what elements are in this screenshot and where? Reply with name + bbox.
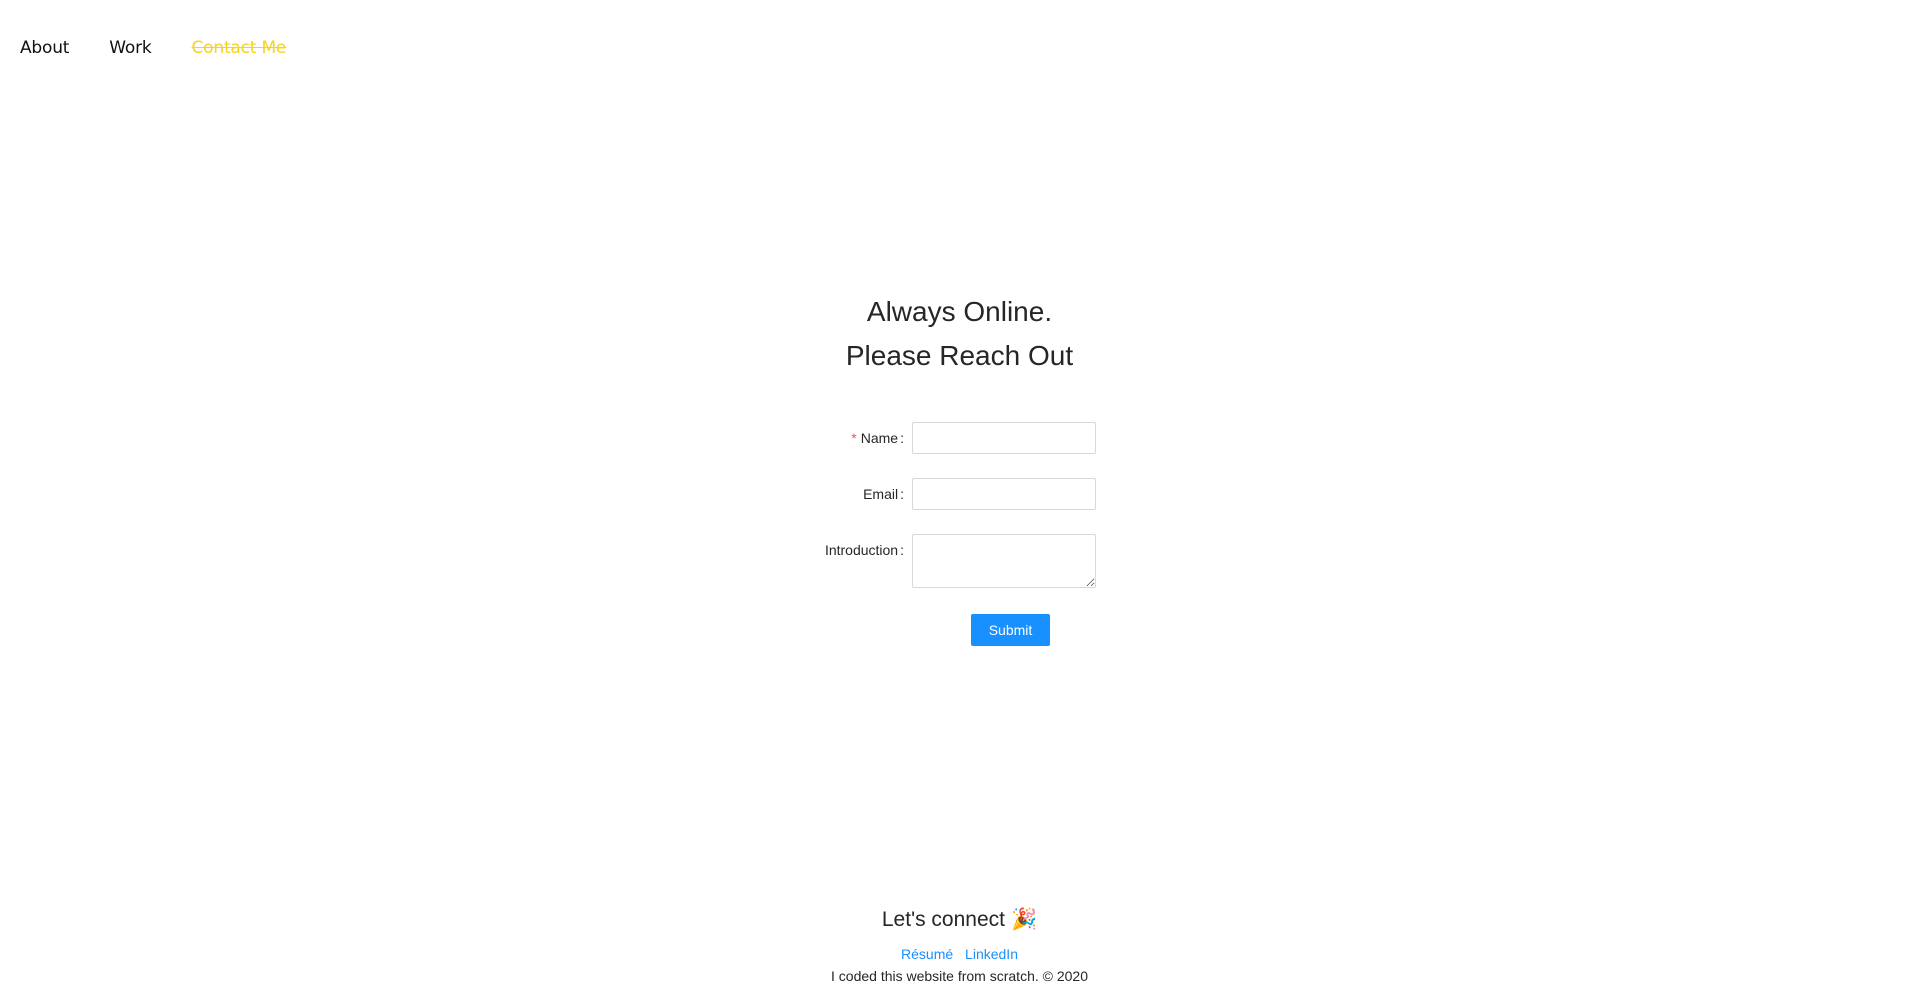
email-row: Email: (800, 478, 1120, 510)
nav-contact-link[interactable]: Contact Me (192, 38, 287, 58)
party-popper-icon: 🎉 (1010, 908, 1038, 931)
nav-work-link[interactable]: Work (109, 38, 151, 58)
connect-title: Let's connect 🎉 (0, 908, 1919, 932)
footer-links: Résumé LinkedIn (0, 946, 1919, 962)
introduction-row: Introduction: (800, 534, 1120, 588)
linkedin-link[interactable]: LinkedIn (965, 946, 1018, 962)
submit-button[interactable]: Submit (971, 614, 1050, 646)
nav-about-link[interactable]: About (20, 38, 69, 58)
required-mark: * (851, 430, 857, 446)
introduction-label-text: Introduction (824, 542, 899, 558)
page: About Work Contact Me Always Online. Ple… (0, 0, 1919, 1004)
contact-form: * Name: Email: Introduction: (800, 422, 1120, 612)
email-label-text: Email (863, 486, 899, 502)
top-nav: About Work Contact Me (20, 38, 286, 58)
hero-title-line-1: Always Online. (866, 296, 1053, 327)
introduction-textarea[interactable] (912, 534, 1096, 588)
footer-credit: I coded this website from scratch. © 202… (831, 968, 1088, 984)
email-label: Email: (863, 486, 904, 502)
submit-row: Submit (971, 614, 1050, 646)
introduction-label: Introduction: (824, 542, 904, 558)
connect-title-text: Let's connect (881, 908, 1005, 931)
resume-link[interactable]: Résumé (901, 946, 953, 962)
name-label: * Name: (851, 430, 904, 446)
hero: Always Online. Please Reach Out (0, 290, 1919, 378)
hero-title-line-2: Please Reach Out (845, 340, 1074, 371)
email-input[interactable] (912, 478, 1096, 510)
name-row: * Name: (800, 422, 1120, 454)
footer: Let's connect 🎉 Résumé LinkedIn I coded t… (0, 908, 1919, 984)
name-label-text: Name (860, 430, 899, 446)
name-input[interactable] (912, 422, 1096, 454)
